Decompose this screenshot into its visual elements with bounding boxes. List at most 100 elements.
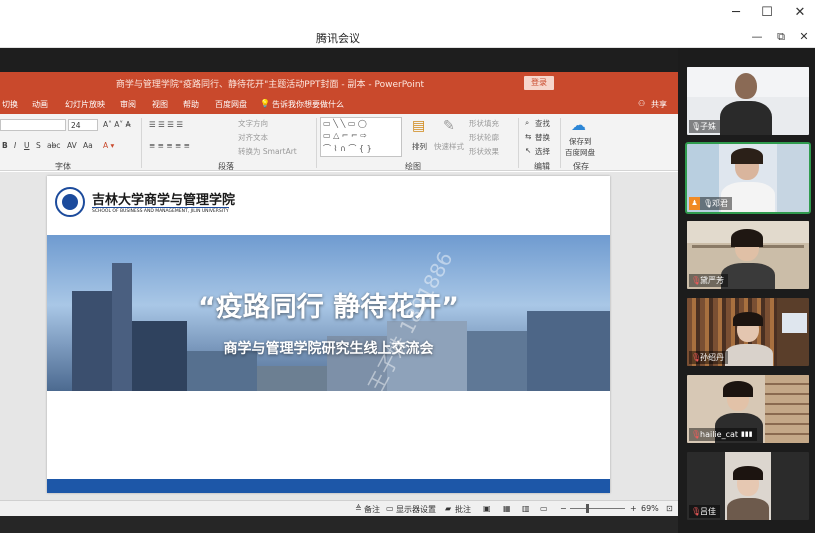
shape-outline-button[interactable]: 形状轮廓	[469, 132, 499, 143]
participant-tile[interactable]: 🎙 黛严芳	[687, 221, 809, 289]
font-name-select[interactable]	[0, 119, 66, 131]
zoom-in-button[interactable]: +	[630, 504, 637, 513]
participant-body	[721, 263, 775, 289]
shape-effects-button[interactable]: 形状效果	[469, 146, 499, 157]
select-icon: ↖	[525, 146, 532, 155]
replace-button[interactable]: 替换	[535, 132, 550, 143]
school-name-en: SCHOOL OF BUSINESS AND MANAGEMENT, JILIN…	[92, 207, 229, 214]
bold-icon[interactable]: B	[2, 141, 8, 150]
participant-name-tag: ♟ 🎙 邓君	[689, 197, 732, 210]
quick-styles-icon[interactable]: ✎	[443, 118, 455, 134]
participant-tile[interactable]: 🎙 子姝	[687, 67, 809, 135]
window-bg	[777, 144, 809, 212]
text-direction-button[interactable]: 文字方向	[238, 118, 268, 129]
participant-name-tag: 🎙 孙绍丹	[689, 351, 728, 364]
quick-styles-button[interactable]: 快速样式	[434, 141, 464, 152]
bullets-icon[interactable]: ☰ ☰ ☰ ☰	[149, 120, 183, 129]
participant-tile[interactable]: 🎙 hailie_cat ▮▮▮	[687, 375, 809, 443]
login-button[interactable]: 登录	[524, 76, 554, 90]
divider	[316, 118, 317, 168]
comments-button[interactable]: 批注	[455, 504, 471, 515]
tab-animations[interactable]: 动画	[32, 99, 48, 110]
baidu-cloud-icon[interactable]: ☁	[571, 116, 586, 134]
share-button[interactable]: 共享	[651, 99, 667, 110]
participant-body	[725, 344, 773, 366]
participant-tile[interactable]: 🎙 吕佳	[687, 452, 809, 520]
divider	[560, 118, 561, 168]
seal-center	[62, 194, 78, 210]
select-button[interactable]: 选择	[535, 146, 550, 157]
signal-icon: ▮▮▮	[741, 430, 753, 438]
close-share-button[interactable]: ✕	[793, 29, 815, 45]
shape-fill-button[interactable]: 形状填充	[469, 118, 499, 129]
minimize-button[interactable]: ─	[721, 4, 751, 22]
participant-name-tag: 🎙 吕佳	[689, 505, 720, 518]
participant-body	[720, 101, 772, 135]
grow-font-icon[interactable]: A˄ A˅ A̶	[103, 120, 131, 129]
shadow-icon[interactable]: S	[36, 141, 41, 150]
font-size-select[interactable]: 24	[68, 119, 98, 131]
underline-icon[interactable]: U	[24, 141, 30, 150]
fit-slide-icon[interactable]: ⊡	[666, 504, 673, 513]
tab-slideshow[interactable]: 幻灯片放映	[65, 99, 105, 110]
font-color-icon[interactable]: A ▾	[103, 141, 114, 150]
align-text-button[interactable]: 对齐文本	[238, 132, 268, 143]
slideshow-view-icon[interactable]: ▭	[540, 504, 548, 513]
divider	[141, 118, 142, 168]
arrange-icon[interactable]: ▤	[412, 118, 425, 134]
sorter-view-icon[interactable]: ▦	[503, 504, 511, 513]
group-edit-label: 编辑	[534, 162, 550, 171]
display-settings-button[interactable]: 显示器设置	[396, 504, 436, 515]
find-button[interactable]: 查找	[535, 118, 550, 129]
zoom-slider-thumb[interactable]	[586, 504, 589, 513]
mic-on-icon: 🎙	[703, 199, 714, 208]
mic-on-icon: 🎙	[691, 122, 702, 131]
participant-name: 黛严芳	[700, 276, 724, 285]
shared-screen: 商学与管理学院"疫路同行、静待花开"主题活动PPT封面 - 副本 - Power…	[0, 72, 678, 516]
reading-view-icon[interactable]: ▥	[522, 504, 530, 513]
tab-transitions[interactable]: 切换	[2, 99, 18, 110]
normal-view-icon[interactable]: ▣	[483, 504, 491, 513]
tab-review[interactable]: 审阅	[120, 99, 136, 110]
spacing-icon[interactable]: AV	[67, 141, 77, 150]
monitor-bg	[782, 313, 807, 333]
tell-me-input[interactable]: 告诉我你想要做什么	[272, 99, 344, 110]
participant-tile[interactable]: 🎙 孙绍丹	[687, 298, 809, 366]
comment-icon: ▰	[445, 504, 452, 513]
participant-name-tag: 🎙 黛严芳	[689, 274, 728, 287]
restore-button[interactable]: ⧉	[770, 29, 792, 45]
shapes-gallery[interactable]: ▭ ╲ ╲ ▭ ◯ ▭ △ ⌐ ⌐ ⇨ ⌒ ⌇ ∩ ⌒ { }	[320, 117, 402, 157]
close-button[interactable]: ✕	[785, 4, 815, 22]
participant-name: 邓君	[712, 199, 728, 208]
shapes-row-icon: ▭ △ ⌐ ⌐ ⇨	[323, 131, 367, 140]
strike-icon[interactable]: ab̶c	[47, 141, 60, 150]
shapes-row-icon: ⌒ ⌇ ∩ ⌒ { }	[323, 144, 372, 153]
maximize-button[interactable]: ☐	[752, 4, 782, 22]
participant-tile[interactable]: ♟ 🎙 邓君	[685, 142, 811, 214]
ppt-doc-title: 商学与管理学院"疫路同行、静待花开"主题活动PPT封面 - 副本 - Power…	[115, 80, 425, 90]
find-icon: ⌕	[525, 118, 530, 127]
building-shape	[112, 263, 132, 391]
collapse-button[interactable]: —	[746, 29, 768, 45]
tab-view[interactable]: 视图	[152, 99, 168, 110]
university-seal-icon	[55, 187, 85, 217]
zoom-out-button[interactable]: −	[560, 504, 567, 513]
school-name-cn: 吉林大学商学与管理学院	[92, 193, 236, 208]
convert-smartart-button[interactable]: 转换为 SmartArt	[238, 146, 297, 157]
arrange-button[interactable]: 排列	[412, 141, 427, 152]
ribbon-tabs: 切换 动画 幻灯片放映 审阅 视图 帮助 百度网盘 💡 告诉我你想要做什么 ⚇ …	[0, 94, 678, 114]
align-icons[interactable]: ≡ ≡ ≡ ≡ ≡	[149, 141, 190, 150]
slide-canvas[interactable]: 吉林大学商学与管理学院 SCHOOL OF BUSINESS AND MANAG…	[47, 176, 610, 493]
italic-icon[interactable]: I	[14, 141, 16, 150]
zoom-level[interactable]: 69%	[641, 504, 659, 513]
slide-title: “疫路同行 静待花开”	[198, 292, 459, 323]
mic-muted-icon: 🎙	[691, 276, 702, 285]
tab-baidu-disk[interactable]: 百度网盘	[215, 99, 247, 110]
status-bar: ≜ 备注 ▭ 显示器设置 ▰ 批注 ▣ ▦ ▥ ▭ − + 69% ⊡	[0, 500, 678, 516]
zoom-slider[interactable]	[570, 508, 625, 509]
case-icon[interactable]: Aa	[83, 141, 93, 150]
user-icon: ⚇	[638, 99, 646, 108]
notes-button[interactable]: 备注	[364, 504, 380, 515]
participant-hair	[723, 381, 753, 397]
tab-help[interactable]: 帮助	[183, 99, 199, 110]
